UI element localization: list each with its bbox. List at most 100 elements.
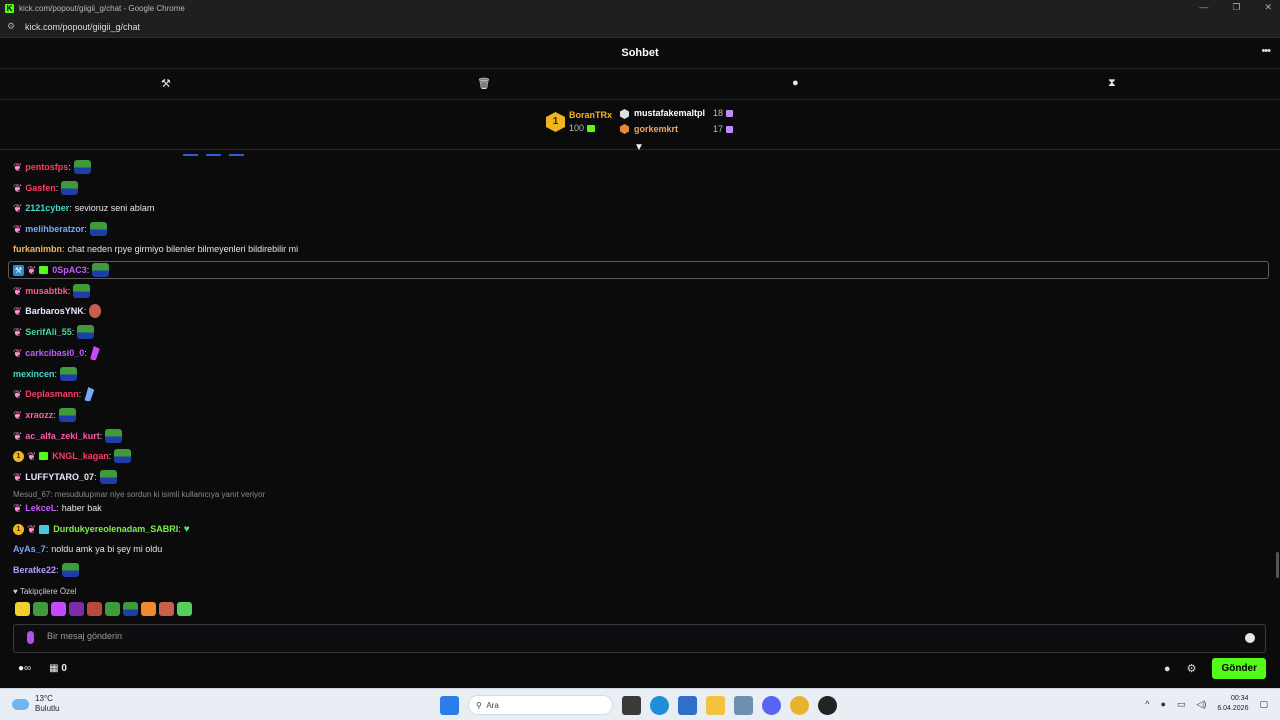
app-icon[interactable] — [818, 695, 837, 715]
pepe-emote[interactable] — [89, 222, 107, 236]
close-button[interactable]: ✕ — [1264, 2, 1272, 13]
chat-message: Beratke22: — [13, 561, 79, 579]
hammer-icon[interactable]: ⚒ — [161, 77, 171, 90]
pepe-emote[interactable] — [73, 160, 91, 174]
microphone-icon[interactable] — [27, 631, 34, 644]
store-indicator[interactable]: ▦ 0 — [49, 663, 67, 674]
pepe-emote[interactable] — [99, 470, 117, 484]
scrollbar[interactable] — [1276, 552, 1279, 578]
chat-username[interactable]: Beratke22 — [13, 565, 56, 575]
pepe-emote[interactable] — [61, 563, 79, 577]
more-options-icon[interactable]: ••• — [1261, 45, 1271, 57]
chat-username[interactable]: LUFFYTARO_07 — [25, 472, 94, 482]
clock[interactable]: 00:34 6.04.2026 — [1217, 694, 1248, 714]
chrome-icon[interactable] — [790, 695, 809, 715]
microphone-icon[interactable]: ● — [1160, 699, 1165, 709]
emote-overflow — [183, 154, 244, 156]
settings-icon[interactable]: ⚙ — [1187, 662, 1197, 675]
heart-emote[interactable]: ♥ — [184, 524, 190, 535]
reply-reference[interactable]: Mesud_67: mesudulupınar niye sordun ki i… — [13, 490, 265, 499]
chat-username[interactable]: xraozz — [25, 410, 53, 420]
taskbar-search[interactable]: ⚲ Ara — [468, 695, 613, 715]
chat-header: Sohbet ••• — [0, 38, 1280, 69]
pepe-emote[interactable] — [92, 263, 110, 277]
weather-widget[interactable]: 13°C Bulutlu — [12, 694, 59, 714]
wing-blue-emote[interactable] — [84, 387, 95, 401]
chat-username[interactable]: SerifAli_55 — [25, 327, 72, 337]
settings-app-icon[interactable] — [734, 695, 753, 715]
emote-option[interactable] — [33, 602, 48, 616]
gifter-badge-icon: 1 — [13, 450, 24, 462]
chat-username[interactable]: ac_alfa_zeki_kurt — [25, 431, 100, 441]
emote-option[interactable] — [105, 602, 120, 616]
chat-message: 1 ❦ Durdukyereolenadam_SABRI: ♥ — [13, 520, 190, 538]
emote-option[interactable] — [15, 602, 30, 616]
chat-username[interactable]: Gasfen — [25, 183, 56, 193]
face-emote[interactable] — [89, 304, 102, 318]
search-icon: ⚲ — [476, 700, 487, 710]
emote-option[interactable] — [87, 602, 102, 616]
chat-message: ❦ pentosfps: — [13, 158, 91, 176]
chat-message: ⚒ ❦ 0SpAC3: — [13, 261, 110, 279]
chat-username[interactable]: Deplasmann — [25, 389, 79, 399]
chat-username[interactable]: pentosfps — [25, 162, 68, 172]
send-button[interactable]: Gönder — [1212, 658, 1266, 679]
pepe-emote[interactable] — [73, 284, 91, 298]
chat-message: ❦ BarbarosYNK: — [13, 302, 102, 320]
file-explorer-icon[interactable] — [706, 695, 725, 715]
emote-option[interactable] — [177, 602, 192, 616]
chat-username[interactable]: 0SpAC3 — [52, 265, 87, 275]
chat-username[interactable]: 2121cyber — [25, 203, 69, 213]
emoji-picker-icon[interactable] — [1245, 633, 1255, 643]
chat-username[interactable]: KNGL_kagan — [52, 451, 109, 461]
chat-username[interactable]: musabtbk — [25, 286, 68, 296]
volume-icon[interactable]: ◁) — [1196, 699, 1206, 710]
separator: : — [83, 306, 87, 316]
chat-message: ❦ Deplasmann: — [13, 385, 95, 403]
start-menu-icon[interactable] — [440, 695, 459, 715]
network-icon[interactable]: ▭ — [1177, 699, 1186, 710]
chat-username[interactable]: BarbarosYNK — [25, 306, 84, 316]
message-input[interactable] — [47, 631, 1227, 641]
emote-option[interactable] — [159, 602, 174, 616]
chat-username[interactable]: furkanimbn — [13, 244, 62, 254]
task-view-icon[interactable] — [622, 695, 641, 715]
emote-option[interactable] — [51, 602, 66, 616]
chat-username[interactable]: AyAs_7 — [13, 544, 46, 554]
chat-username[interactable]: LekceL — [25, 503, 56, 513]
discord-icon[interactable] — [762, 695, 781, 715]
window-titlebar: K kick.com/popout/giigii_g/chat - Google… — [0, 0, 1280, 16]
chat-username[interactable]: melihberatzor — [25, 224, 84, 234]
chat-bubble-icon[interactable]: ● — [1164, 663, 1171, 675]
pepe-emote[interactable] — [60, 367, 78, 381]
hourglass-icon[interactable]: ⧗ — [1108, 77, 1116, 90]
notification-icon[interactable]: ▢ — [1259, 699, 1268, 710]
site-settings-icon[interactable]: ⚙ — [7, 21, 17, 32]
chevron-up-icon[interactable]: ^ — [1145, 699, 1149, 709]
pepe-emote[interactable] — [61, 181, 79, 195]
chat-bubble-icon[interactable]: ● — [792, 77, 799, 89]
pepe-emote[interactable] — [105, 429, 123, 443]
pepe-emote[interactable] — [77, 325, 95, 339]
store-app-icon[interactable] — [678, 695, 697, 715]
edge-icon[interactable] — [650, 695, 669, 715]
leader-second-name[interactable]: mustafakemaltpl — [634, 108, 705, 118]
chat-username[interactable]: mexincen — [13, 369, 55, 379]
pepe-emote[interactable] — [58, 408, 76, 422]
wing-emote[interactable] — [89, 346, 100, 360]
url-text[interactable]: kick.com/popout/giigii_g/chat — [25, 22, 140, 32]
leader-top-name[interactable]: BoranTRx — [569, 110, 612, 120]
emote-option[interactable] — [123, 602, 138, 616]
butterfly-badge-icon: ❦ — [13, 161, 23, 174]
chat-username[interactable]: carkcibasi0_0 — [25, 348, 84, 358]
pepe-emote[interactable] — [114, 449, 132, 463]
chat-username[interactable]: Durdukyereolenadam_SABRI — [53, 524, 178, 534]
leader-third-name[interactable]: gorkemkrt — [634, 124, 678, 134]
kick-points-icon[interactable]: ●∞ — [18, 663, 31, 674]
emote-option[interactable] — [69, 602, 84, 616]
trash-icon[interactable]: 🗑 — [477, 77, 491, 90]
separator: : — [53, 410, 56, 420]
emote-option[interactable] — [141, 602, 156, 616]
maximize-button[interactable]: ❐ — [1232, 2, 1240, 13]
minimize-button[interactable]: — — [1199, 2, 1208, 13]
